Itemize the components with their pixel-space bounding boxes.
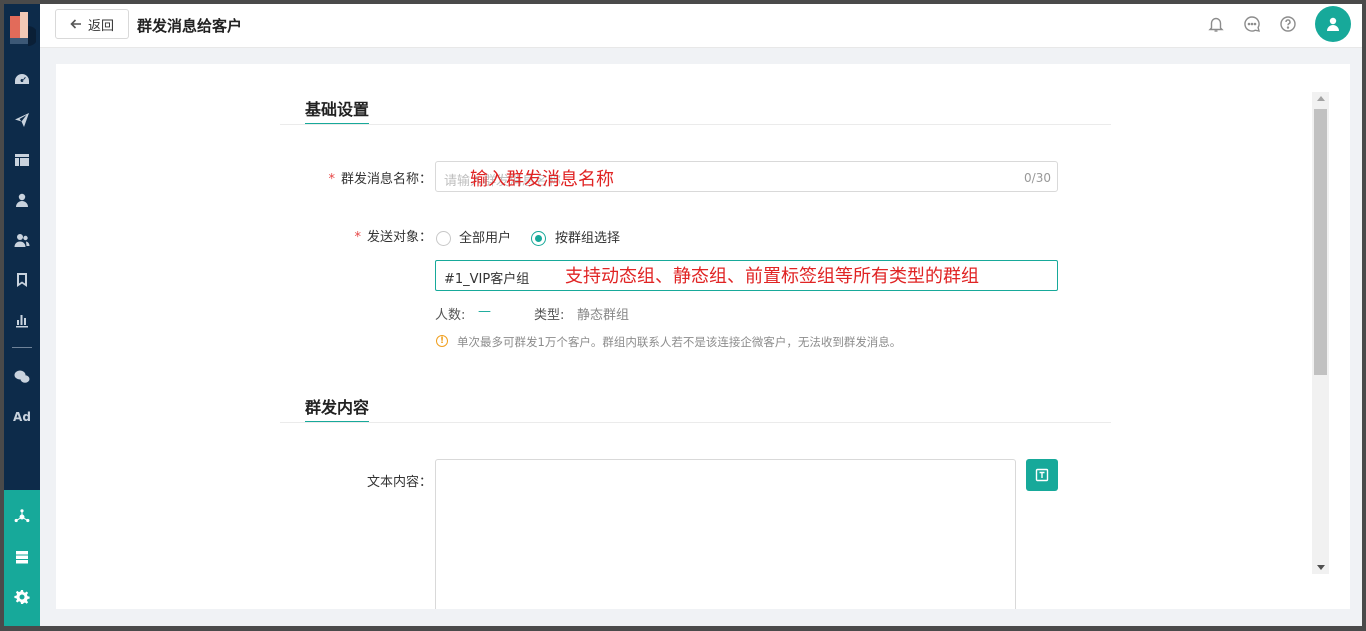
sidebar: Ad	[4, 4, 40, 626]
count-label: 人数:	[435, 308, 466, 323]
text-format-button[interactable]	[1026, 459, 1058, 491]
logo-icon	[10, 12, 36, 46]
scroll-up-arrow[interactable]	[1312, 92, 1329, 106]
main-content: 基础设置 * 群发消息名称： 请输入群发消息名称 0/30 输入群发消息名称 * 发…	[56, 64, 1350, 609]
help-icon[interactable]	[1279, 15, 1297, 33]
wechat-icon[interactable]	[4, 359, 40, 395]
name-label: * 群发消息名称：	[328, 172, 432, 187]
group-value: #1_VIP客户组	[444, 272, 530, 287]
text-content-textarea[interactable]	[435, 459, 1016, 609]
sidebar-divider	[12, 347, 32, 348]
app-window: Ad 返回 群发消息给客户 基础设置 * 群发消息名称： 请输入群发消息名称 0…	[4, 4, 1362, 626]
required-mark: *	[354, 230, 361, 245]
scroll-thumb[interactable]	[1314, 109, 1327, 375]
bookmark-icon[interactable]	[4, 262, 40, 298]
sidebar-bottom-group	[4, 490, 40, 626]
group-annotation: 支持动态组、静态组、前置标签组等所有类型的群组	[565, 266, 979, 287]
server-icon[interactable]	[4, 539, 40, 575]
text-content-label: 文本内容：	[366, 475, 432, 490]
gear-icon[interactable]	[4, 579, 40, 615]
text-format-icon	[1035, 468, 1049, 482]
type-value: 静态群组	[577, 308, 630, 323]
type-label: 类型:	[534, 308, 565, 323]
radio-by-group-label[interactable]: 按群组选择	[555, 227, 620, 246]
section-divider	[280, 124, 1111, 125]
name-annotation: 输入群发消息名称	[470, 169, 614, 190]
warning-icon: !	[436, 335, 448, 347]
scroll-down-arrow[interactable]	[1312, 560, 1329, 574]
avatar[interactable]	[1315, 6, 1351, 42]
dashboard-icon[interactable]	[4, 62, 40, 98]
arrow-left-icon	[70, 19, 81, 29]
back-label: 返回	[87, 18, 114, 34]
char-counter: 0/30	[1024, 171, 1051, 185]
required-mark: *	[328, 172, 335, 187]
radio-all-users[interactable]	[436, 231, 451, 246]
chat-icon[interactable]	[1243, 15, 1261, 33]
section-divider	[280, 422, 1111, 423]
bar-chart-icon[interactable]	[4, 302, 40, 338]
radio-by-group[interactable]	[531, 231, 546, 246]
vertical-scrollbar[interactable]	[1312, 92, 1329, 574]
user-icon[interactable]	[4, 182, 40, 218]
section-title-basic: 基础设置	[305, 100, 370, 119]
count-value: —	[478, 304, 491, 319]
send-icon[interactable]	[4, 102, 40, 138]
network-icon[interactable]	[4, 499, 40, 535]
bell-icon[interactable]	[1207, 15, 1225, 33]
ad-icon[interactable]: Ad	[4, 399, 40, 435]
layout-icon[interactable]	[4, 142, 40, 178]
tip-text: 单次最多可群发1万个客户。群组内联系人若不是该连接企微客户，无法收到群发消息。	[457, 335, 902, 349]
page-title: 群发消息给客户	[137, 17, 243, 35]
top-header: 返回 群发消息给客户	[40, 4, 1362, 48]
user-avatar-icon	[1327, 17, 1339, 31]
section-title-content: 群发内容	[305, 398, 370, 417]
target-label: * 发送对象：	[354, 230, 432, 245]
users-icon[interactable]	[4, 222, 40, 258]
back-button[interactable]: 返回	[55, 9, 129, 39]
radio-all-users-label[interactable]: 全部用户	[459, 227, 511, 246]
